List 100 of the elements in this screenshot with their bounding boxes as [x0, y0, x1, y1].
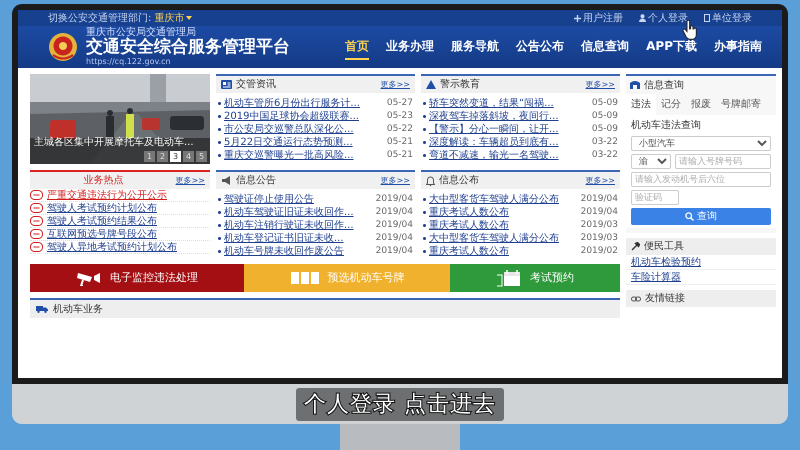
news-date: 05-09	[592, 96, 618, 110]
news-date: 05-23	[386, 110, 413, 123]
bullet-icon	[218, 198, 221, 201]
news-link[interactable]: 轿车突然变道，结果“闯祸...	[429, 96, 554, 111]
news-link[interactable]: 机动车号牌未收回作废公告	[224, 244, 344, 259]
more-link[interactable]: 更多>>	[380, 78, 410, 90]
news-date: 05-09	[592, 110, 618, 123]
query-tab[interactable]: 报废	[686, 94, 716, 115]
more-link[interactable]: 更多>>	[586, 78, 615, 90]
news-link[interactable]: 重庆考试人数公布	[429, 205, 509, 220]
tool-link[interactable]: 车险计算器	[626, 270, 776, 285]
panel-title: 业务热点	[83, 174, 124, 188]
emblem-icon	[48, 32, 78, 62]
tag-icon	[30, 216, 43, 226]
news-link[interactable]: 2019中国足球协会超级联赛...	[224, 109, 359, 124]
banner-button[interactable]: 电子监控违法处理	[30, 264, 244, 292]
bullet-icon	[423, 102, 426, 105]
newspaper-icon	[221, 80, 232, 89]
form-title: 机动车违法查询	[631, 118, 702, 133]
query-tab[interactable]: 号牌邮寄	[716, 94, 766, 115]
tool-link[interactable]: 机动车检验预约	[626, 255, 776, 270]
news-link[interactable]: 深夜驾车掉落斜坡，夜间行...	[429, 109, 559, 124]
plus-icon	[574, 14, 581, 22]
news-link[interactable]: 弯道不减速，输光一名驾驶...	[429, 148, 559, 163]
news-link[interactable]: 机动车驾驶证旧证未收回作...	[224, 205, 354, 220]
news-link[interactable]: 重庆考试人数公布	[429, 244, 509, 259]
hot-topic-link[interactable]: 驾驶人考试预约结果公布	[47, 214, 157, 228]
news-date: 2019/03	[580, 218, 618, 232]
site-url: https://cq.122.gov.cn	[86, 58, 172, 66]
panel-title: 便民工具	[644, 240, 684, 254]
panel-title: 友情链接	[645, 292, 685, 306]
slide-page-button[interactable]: 3	[170, 151, 181, 162]
bullet-icon	[218, 115, 221, 118]
vehicle-type-select[interactable]: 小型汽车	[631, 136, 771, 151]
news-link[interactable]: 机动车注销行驶证未收回作...	[224, 218, 354, 233]
query-icon	[630, 81, 640, 89]
news-link[interactable]: 大中型客货车驾驶人满分公布	[429, 192, 559, 207]
hot-topic-link[interactable]: 驾驶人考试预约计划公布	[47, 200, 157, 216]
news-link[interactable]: 重庆交巡警曝光一批高风险...	[224, 148, 354, 163]
nav-item[interactable]: 办事指南	[714, 34, 762, 60]
truck-icon	[36, 305, 48, 313]
hot-topic-link[interactable]: 严重交通违法行为公开公示	[47, 188, 167, 202]
number-plate-icon	[290, 271, 320, 285]
bullet-icon	[423, 224, 426, 227]
city-dropdown[interactable]: 重庆市	[154, 10, 192, 26]
user-icon	[639, 14, 646, 22]
tools-icon	[631, 242, 640, 251]
section-title: 机动车业务	[53, 302, 103, 316]
nav-item[interactable]: 首页	[345, 34, 370, 60]
nav-item[interactable]: 信息查询	[581, 34, 630, 60]
bullet-icon	[423, 250, 426, 253]
nav-item[interactable]: APP下载	[646, 34, 697, 60]
province-select[interactable]: 渝	[631, 154, 671, 169]
top-link[interactable]: 用户注册	[574, 10, 623, 26]
organization-name: 重庆市公安局交通管理局	[86, 28, 197, 38]
news-date: 2019/04	[580, 206, 618, 219]
bullet-icon	[218, 250, 221, 253]
news-link[interactable]: 大中型客货车驾驶人满分公布	[429, 231, 559, 246]
tag-icon	[30, 203, 43, 213]
subtitle: 个人登录 点击进去	[296, 388, 504, 420]
query-tab[interactable]: 违法	[626, 94, 656, 115]
captcha-field[interactable]: 验证码	[631, 190, 679, 205]
news-date: 03-22	[592, 136, 618, 149]
top-link[interactable]: 单位登录	[704, 10, 752, 26]
news-date: 2019/04	[376, 232, 413, 245]
engine-number-field[interactable]: 请输入发动机号后六位	[631, 172, 771, 187]
news-link[interactable]: 机动车管所6月份出行服务计...	[224, 96, 360, 111]
more-link[interactable]: 更多>>	[380, 174, 410, 186]
news-link[interactable]: 机动车登记证书旧证未收...	[224, 231, 344, 246]
bullet-icon	[423, 198, 426, 201]
news-date: 2019/04	[376, 218, 413, 232]
news-date: 2019/02	[580, 244, 618, 258]
panel-title: 信息公告	[236, 174, 276, 188]
hot-topic-link[interactable]: 驾驶人异地考试预约计划公布	[47, 240, 177, 254]
news-date: 05-21	[386, 136, 413, 149]
more-link[interactable]: 更多>>	[176, 174, 205, 186]
plate-number-field[interactable]: 请输入号牌号码	[675, 154, 771, 169]
news-date: 03-22	[592, 148, 618, 162]
nav-item[interactable]: 公告公布	[516, 34, 564, 60]
news-link[interactable]: 【警示】分心一瞬间，让开...	[429, 122, 559, 137]
more-link[interactable]: 更多>>	[586, 174, 615, 186]
search-button[interactable]: 查询	[631, 208, 771, 225]
nav-item[interactable]: 业务办理	[386, 34, 434, 60]
hot-topic-link[interactable]: 互联网预选号牌号段公布	[47, 226, 157, 242]
news-date: 2019/03	[580, 232, 618, 245]
department-label: 切换公安交通管理部门:	[48, 12, 152, 26]
query-tab[interactable]: 记分	[656, 94, 686, 115]
nav-item[interactable]: 服务导航	[451, 34, 500, 60]
news-date: 05-22	[386, 122, 413, 136]
bell-icon	[426, 176, 435, 186]
news-link[interactable]: 驾驶证停止使用公告	[224, 192, 314, 207]
bullet-icon	[218, 237, 221, 240]
news-date: 05-09	[592, 122, 618, 136]
news-link[interactable]: 5月22日交通运行态势预测...	[224, 135, 353, 150]
news-link[interactable]: 市公安局交巡警总队深化公...	[224, 122, 354, 137]
news-date: 2019/04	[376, 206, 413, 219]
banner-button[interactable]: 考试预约	[450, 264, 620, 292]
top-link[interactable]: 个人登录	[639, 10, 688, 26]
news-link[interactable]: 重庆考试人数公布	[429, 218, 509, 233]
news-link[interactable]: 深度解读：车辆超员到底有...	[429, 135, 559, 150]
